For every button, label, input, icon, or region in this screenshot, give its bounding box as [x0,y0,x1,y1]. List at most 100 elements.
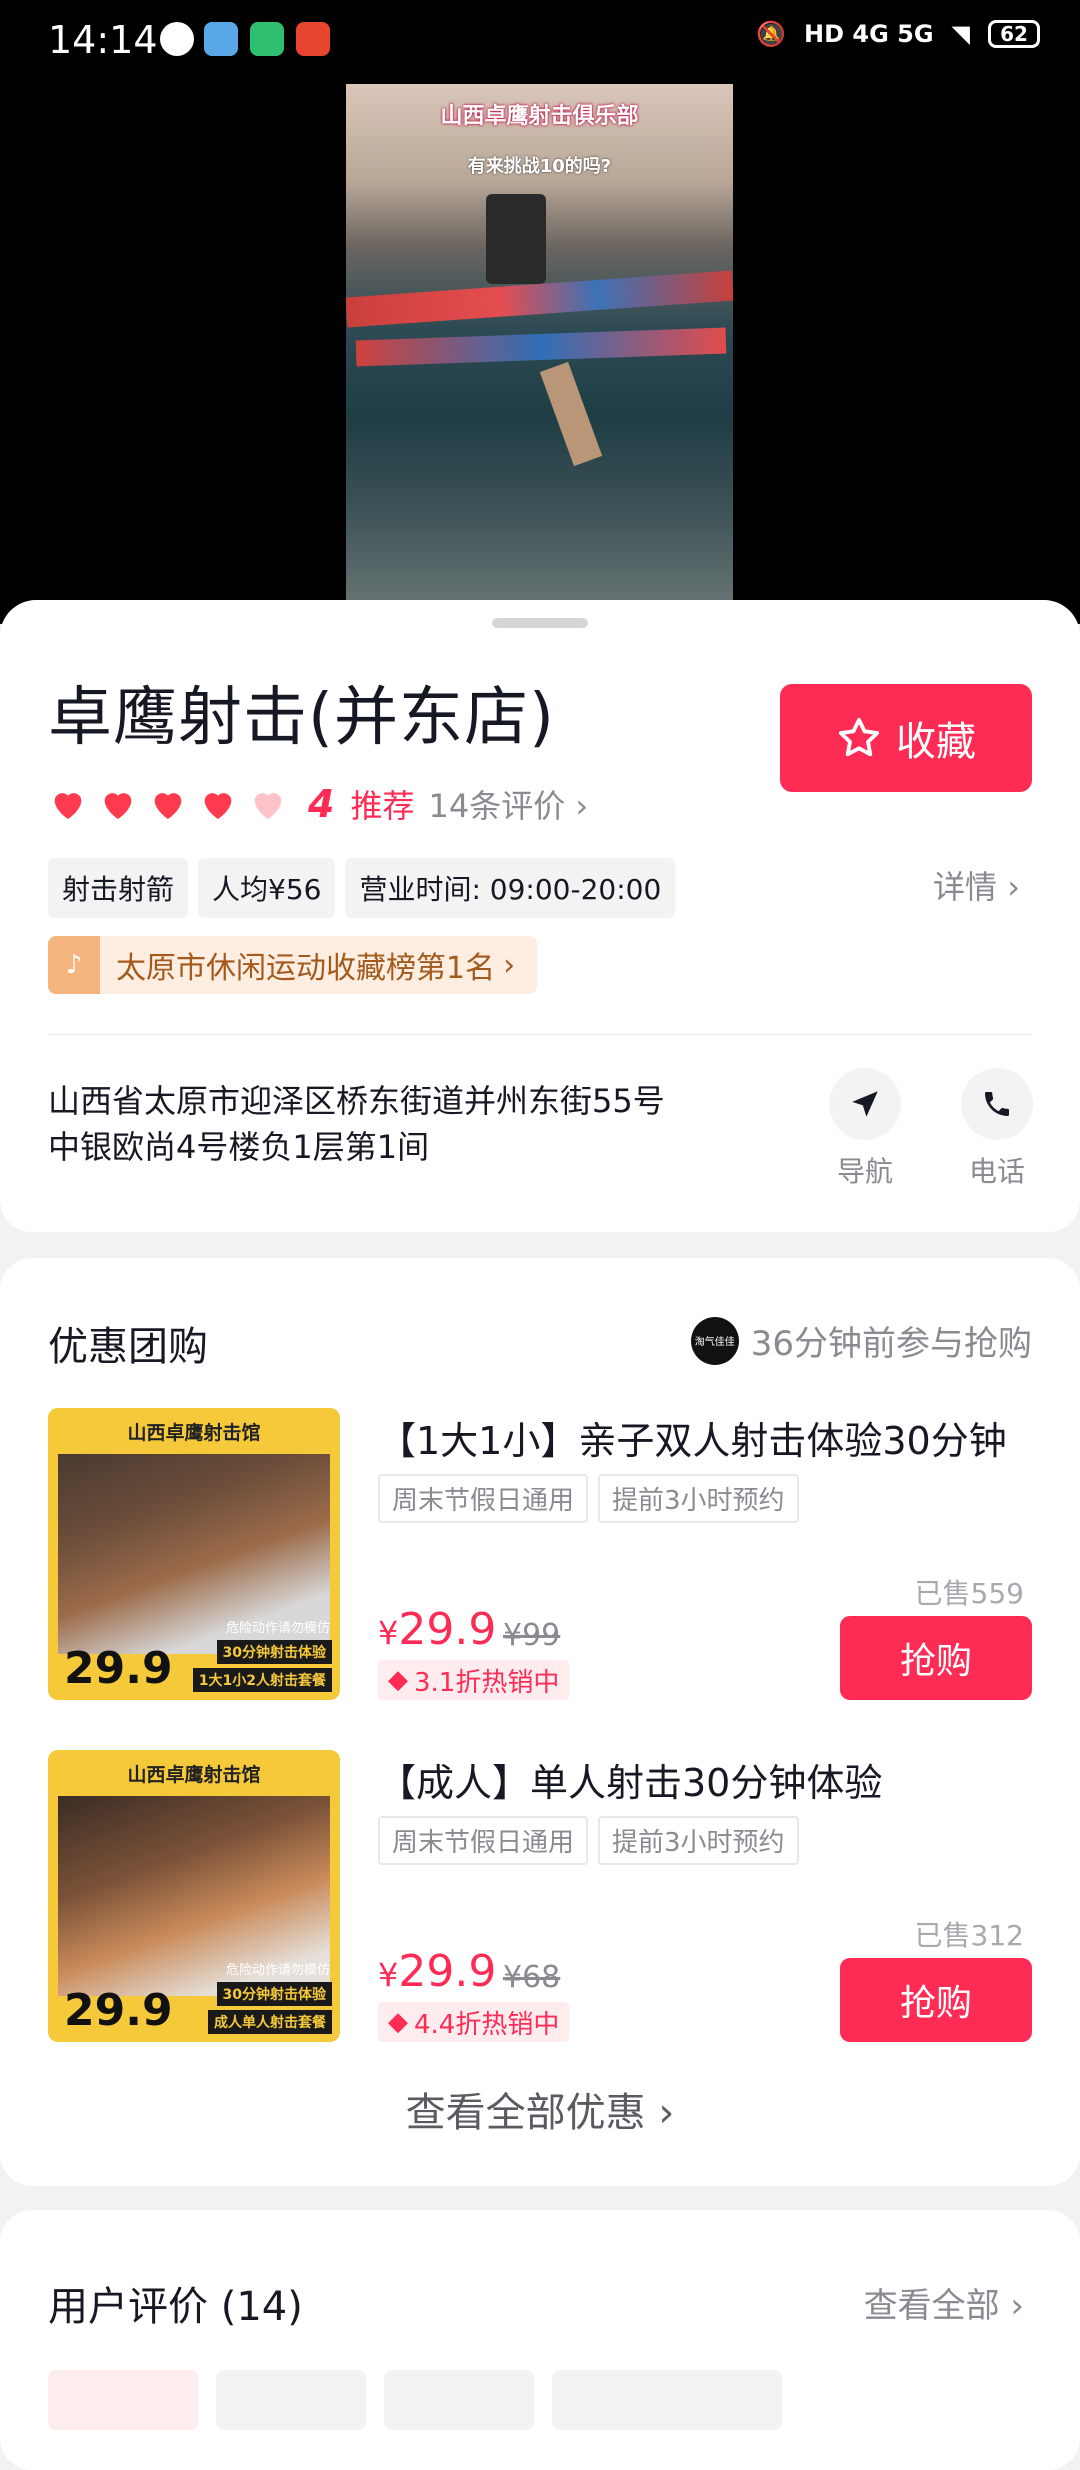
phone-icon [961,1068,1033,1140]
deal-price-value: 29.9 [398,1604,497,1655]
deal-tag: 提前3小时预约 [598,1474,799,1523]
review-filter-chips [48,2370,782,2430]
deal-image-band: 山西卓鹰射击馆 [48,1750,340,1796]
review-filter-chip[interactable] [48,2370,198,2430]
buy-button[interactable]: 抢购 [840,1616,1032,1700]
deal-original-price: ¥68 [503,1960,561,1995]
store-address[interactable]: 山西省太原市迎泽区桥东街道并州东街55号中银欧尚4号楼负1层第1间 [48,1078,688,1170]
store-name: 卓鹰射击(并东店) [48,681,555,755]
reviews-title: 用户评价 (14) [48,2284,303,2330]
chevron-right-icon: › [1007,868,1020,906]
store-tags: 射击射箭 人均¥56 营业时间: 09:00-20:00 [48,858,676,918]
network-indicator: HD 4G 5G [804,20,934,48]
deal-image[interactable]: 山西卓鹰射击馆 危险动作请勿模仿 30分钟射击体验 成人单人射击套餐 29.9 [48,1750,340,2042]
reviews-see-all-link[interactable]: 查看全部 › [864,2278,1024,2327]
store-tag: 射击射箭 [48,858,189,918]
phone-button[interactable]: 电话 [947,1068,1047,1190]
deal-image-line1: 30分钟射击体验 [216,1982,332,2006]
deal-currency: ¥ [378,1614,399,1652]
recent-activity-text: 36分钟前参与抢购 [750,1324,1032,1364]
divider [48,1034,1032,1035]
navigation-button[interactable]: 导航 [815,1068,915,1190]
deal-tag: 周末节假日通用 [378,1474,589,1523]
deal-price-value: 29.9 [398,1946,497,1997]
deal-item[interactable]: 山西卓鹰射击馆 危险动作请勿模仿 30分钟射击体验 成人单人射击套餐 29.9 … [48,1750,1032,2042]
deal-discount-badge: ◆ 3.1折热销中 [378,1660,570,1700]
video-title: 山西卓鹰射击俱乐部 [440,104,639,129]
heart-icon [104,793,132,819]
rating-score: 4 [308,782,335,826]
details-link[interactable]: 详情 › [933,862,1020,908]
deal-discount-badge: ◆ 4.4折热销中 [378,2002,570,2042]
reviews-count-link[interactable]: 14条评价 › [428,781,588,827]
deal-price: ¥29.9 [378,1604,496,1655]
buy-button[interactable]: 抢购 [840,1958,1032,2042]
status-bar: 14:14 🔕 HD 4G 5G ◥ 62 [0,0,1080,84]
speed-icon [160,22,194,56]
deal-image-line2: 成人单人射击套餐 [208,2010,332,2034]
store-tag: 营业时间: 09:00-20:00 [345,858,676,918]
review-filter-chip[interactable] [552,2370,782,2430]
heart-icon [204,793,232,819]
review-filter-chip[interactable] [384,2370,534,2430]
video-subtitle: 有来挑战10的吗? [467,156,612,177]
drag-handle[interactable] [492,618,588,628]
chevron-right-icon: › [1010,2286,1024,2326]
deals-card: 优惠团购 淘气佳佳 36分钟前参与抢购 山西卓鹰射击馆 危险动作请勿模仿 30分… [0,1258,1080,2186]
rifle-stand [539,361,603,467]
deal-image-warning: 危险动作请勿模仿 [225,1963,330,1978]
deal-image-warning: 危险动作请勿模仿 [225,1621,330,1636]
details-label: 详情 [933,868,998,906]
deal-tags: 周末节假日通用 提前3小时预约 [378,1474,799,1523]
reviews-card: 用户评价 (14) 查看全部 › [0,2210,1080,2470]
wifi-icon: ◥ [951,20,970,48]
heart-half-icon [254,793,282,819]
status-right: 🔕 HD 4G 5G ◥ 62 [756,20,1040,48]
tag-icon: ◆ [388,2007,408,2037]
deal-original-price: ¥99 [503,1618,561,1653]
music-note-icon: ♪ [48,936,100,994]
battery-icon: 62 [988,20,1040,48]
status-time: 14:14 [48,18,158,62]
heart-icon [54,793,82,819]
deal-tag: 提前3小时预约 [598,1816,799,1865]
deal-image-price: 29.9 [64,1985,173,2036]
media-area[interactable]: 山西卓鹰射击俱乐部 有来挑战10的吗? [0,84,1080,624]
battery-level: 62 [1000,22,1028,46]
deal-price: ¥29.9 [378,1946,496,1997]
deal-name: 【成人】单人射击30分钟体验 [378,1761,883,1805]
rating-row[interactable]: 4 推荐 14条评价 › [48,776,588,832]
deal-image[interactable]: 山西卓鹰射击馆 危险动作请勿模仿 30分钟射击体验 1大1小2人射击套餐 29.… [48,1408,340,1700]
review-filter-chip[interactable] [216,2370,366,2430]
deals-title: 优惠团购 [48,1324,208,1370]
rank-badge[interactable]: ♪ 太原市休闲运动收藏榜第1名 › [48,936,538,994]
store-video[interactable]: 山西卓鹰射击俱乐部 有来挑战10的吗? [346,84,733,624]
tag-icon: ◆ [388,1665,408,1695]
deal-tag: 周末节假日通用 [378,1816,589,1865]
home-app-icon [250,22,284,56]
deal-currency: ¥ [378,1956,399,1994]
star-icon [838,717,880,757]
deal-item[interactable]: 山西卓鹰射击馆 危险动作请勿模仿 30分钟射击体验 1大1小2人射击套餐 29.… [48,1408,1032,1700]
store-info-card: 卓鹰射击(并东店) 收藏 4 推荐 14条评价 › 射击射箭 人均¥56 营业时… [0,600,1080,1232]
deal-tags: 周末节假日通用 提前3小时预约 [378,1816,799,1865]
chevron-right-icon: › [503,947,516,983]
rifle-part [486,194,546,284]
heart-icon [154,793,182,819]
favorite-button[interactable]: 收藏 [780,684,1032,792]
deal-image-line2: 1大1小2人射击套餐 [192,1668,332,1692]
deal-name: 【1大1小】亲子双人射击体验30分钟 [378,1419,1007,1463]
deal-image-price: 29.9 [64,1643,173,1694]
rifle-body [355,327,727,367]
deal-discount: 4.4折热销中 [414,2009,560,2040]
rank-text: 太原市休闲运动收藏榜第1名 [116,951,496,986]
recent-activity: 淘气佳佳 36分钟前参与抢购 [690,1316,1032,1365]
deal-sold-count: 已售559 [914,1577,1024,1610]
deal-discount: 3.1折热销中 [414,1667,560,1698]
favorite-label: 收藏 [896,719,976,765]
see-all-deals-link[interactable]: 查看全部优惠 › [0,2080,1080,2138]
navigation-label: 导航 [836,1155,893,1188]
chevron-right-icon: › [658,2090,675,2136]
deal-image-line1: 30分钟射击体验 [216,1640,332,1664]
navigation-icon [829,1068,901,1140]
